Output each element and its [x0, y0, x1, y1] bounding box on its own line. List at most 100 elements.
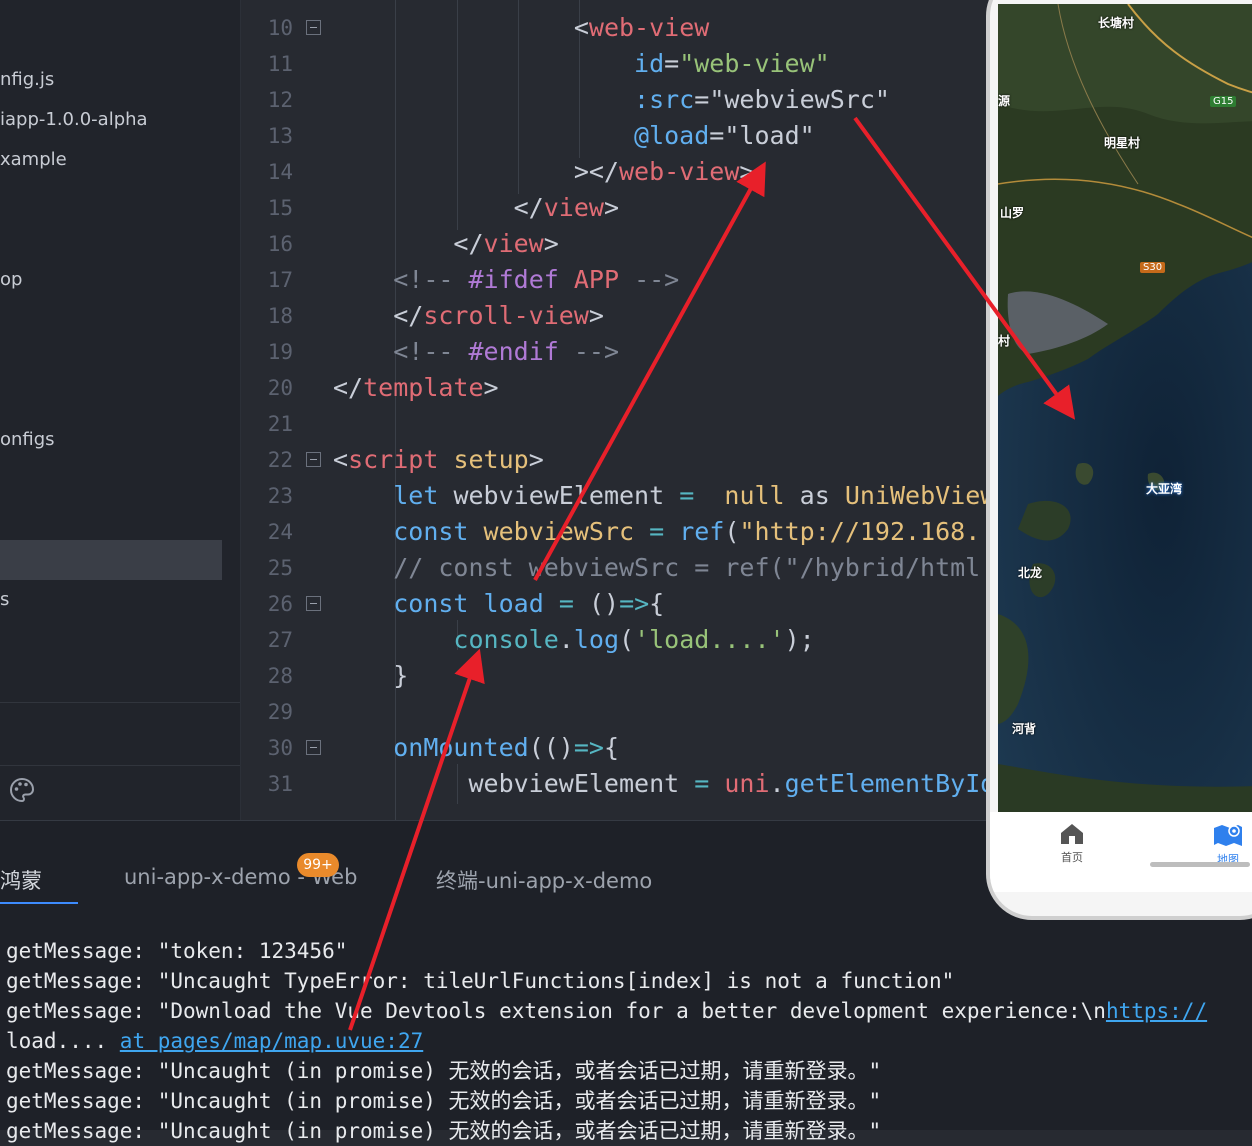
line-number: 30	[267, 736, 293, 760]
code-text: const webviewSrc = ref("http://192.168.	[393, 517, 981, 546]
console-text: getMessage: "token: 123456"	[6, 939, 348, 963]
sidebar-divider	[0, 765, 240, 766]
line-number: 16	[267, 232, 293, 256]
code-line: 24 const webviewSrc = ref("http://192.16…	[241, 514, 989, 550]
code-line: 26 const load = ()=>{	[241, 586, 989, 622]
home-indicator	[1150, 862, 1250, 867]
code-line: 17 <!-- #ifdef APP -->	[241, 262, 989, 298]
code-text: <script setup>	[333, 445, 544, 474]
map-label: 长塘村	[1098, 16, 1135, 30]
code-line: 28 }	[241, 658, 989, 694]
code-text: id="web-view"	[634, 49, 830, 78]
code-line: 31 webviewElement = uni.getElementById	[241, 766, 989, 802]
code-line: 25 // const webviewSrc = ref("/hybrid/ht…	[241, 550, 989, 586]
console-text: getMessage: "Uncaught (in promise) 无效的会话…	[6, 1059, 882, 1083]
code-line: 11 id="web-view"	[241, 46, 989, 82]
sidebar-item-example[interactable]: xample	[0, 148, 67, 172]
code-line: 12 :src="webviewSrc"	[241, 82, 989, 118]
line-number: 31	[267, 772, 293, 796]
code-line: 10 <web-view	[241, 10, 989, 46]
console-source-link[interactable]: at pages/map/map.uvue:27	[120, 1029, 423, 1053]
console-line: getMessage: "Uncaught (in promise) 无效的会话…	[6, 1086, 881, 1116]
code-text: :src="webviewSrc"	[634, 85, 890, 114]
map-label: 村	[998, 334, 1011, 348]
notification-badge: 99+	[297, 853, 339, 877]
tab-terminal[interactable]: 终端-uni-app-x-demo	[436, 865, 652, 895]
sidebar-item-uniapp-alpha[interactable]: iapp-1.0.0-alpha	[0, 108, 148, 132]
console-text: getMessage: "Uncaught (in promise) 无效的会话…	[6, 1089, 882, 1113]
sidebar-item-app[interactable]: op	[0, 268, 22, 292]
console-line: getMessage: "Uncaught TypeError: tileUrl…	[6, 966, 954, 996]
project-sidebar: nfig.js iapp-1.0.0-alpha xample op onfig…	[0, 0, 241, 820]
line-number: 17	[267, 268, 293, 292]
line-number: 29	[267, 700, 293, 724]
line-number: 18	[267, 304, 293, 328]
code-line: 21	[241, 406, 989, 442]
phone-simulator: 长塘村 明星村 山罗 大亚湾 北龙 河背 村 源 G15 S30 首页 地图	[986, 0, 1252, 920]
code-text: ></web-view>	[573, 157, 755, 186]
code-line: 15 </view>	[241, 190, 989, 226]
code-line: 22 <script setup>	[241, 442, 989, 478]
sidebar-item-configs[interactable]: onfigs	[0, 428, 55, 452]
fold-toggle-icon[interactable]	[306, 20, 321, 35]
active-tab-indicator	[0, 902, 78, 904]
fold-toggle-icon[interactable]	[306, 596, 321, 611]
satellite-map[interactable]: 长塘村 明星村 山罗 大亚湾 北龙 河背 村 源 G15 S30	[998, 4, 1252, 812]
code-text: </view>	[513, 193, 620, 222]
line-number: 22	[267, 448, 293, 472]
map-icon	[1214, 825, 1242, 846]
code-text: let webviewElement = null as UniWebViewE…	[393, 481, 989, 510]
line-number: 25	[267, 556, 293, 580]
code-text: @load="load"	[634, 121, 815, 150]
code-text: <web-view	[573, 13, 710, 42]
line-number: 12	[267, 88, 293, 112]
line-number: 27	[267, 628, 293, 652]
code-line: 29	[241, 694, 989, 730]
code-text: }	[393, 661, 409, 690]
home-icon	[1061, 824, 1083, 844]
console-text: getMessage: "Uncaught TypeError: tileUrl…	[6, 969, 955, 993]
code-text: console.log('load....');	[453, 625, 815, 654]
console-text: load....	[6, 1029, 120, 1053]
line-number: 13	[267, 124, 293, 148]
console-line: getMessage: "Download the Vue Devtools e…	[6, 996, 1207, 1026]
fold-toggle-icon[interactable]	[306, 452, 321, 467]
code-line: 20 </template>	[241, 370, 989, 406]
code-editor[interactable]: 10 <web-view 11 id="web-view" 12 :src="w…	[241, 0, 989, 820]
code-text: <!-- #ifdef APP -->	[393, 265, 680, 294]
code-line: 18 </scroll-view>	[241, 298, 989, 334]
sidebar-item-config-js[interactable]: nfig.js	[0, 68, 54, 92]
console-line: getMessage: "Uncaught (in promise) 无效的会话…	[6, 1056, 881, 1086]
palette-icon[interactable]	[8, 776, 36, 804]
console-line: getMessage: "token: 123456"	[6, 936, 347, 966]
code-text: </view>	[453, 229, 559, 258]
tab-harmony[interactable]: 鸿蒙	[0, 865, 42, 895]
code-line: 14 ></web-view>	[241, 154, 989, 190]
map-label: 大亚湾	[1146, 482, 1183, 496]
line-number: 28	[267, 664, 293, 688]
code-line: 30 onMounted(()=>{	[241, 730, 989, 766]
tabbar-label-home: 首页	[1061, 851, 1083, 864]
map-label: 山罗	[1000, 206, 1025, 220]
tabbar-item-map[interactable]: 地图	[1198, 822, 1252, 867]
map-label: 河背	[1012, 722, 1037, 736]
sidebar-selected-row[interactable]	[0, 540, 222, 580]
code-text: onMounted(()=>{	[393, 733, 620, 762]
line-number: 10	[267, 16, 293, 40]
code-text: </template>	[333, 373, 499, 402]
code-text: webviewElement = uni.getElementById	[468, 769, 989, 798]
console-link[interactable]: https://	[1106, 999, 1207, 1023]
fold-toggle-icon[interactable]	[306, 740, 321, 755]
line-number: 15	[267, 196, 293, 220]
line-number: 19	[267, 340, 293, 364]
code-line: 13 @load="load"	[241, 118, 989, 154]
line-number: 23	[267, 484, 293, 508]
map-label: 北龙	[1018, 566, 1043, 580]
code-line: 23 let webviewElement = null as UniWebVi…	[241, 478, 989, 514]
code-line: 27 console.log('load....');	[241, 622, 989, 658]
road-badge: S30	[1140, 262, 1166, 273]
code-text: </scroll-view>	[393, 301, 604, 330]
tabbar-item-home[interactable]: 首页	[1042, 822, 1102, 865]
line-number: 11	[267, 52, 293, 76]
sidebar-item-s[interactable]: s	[0, 588, 9, 612]
